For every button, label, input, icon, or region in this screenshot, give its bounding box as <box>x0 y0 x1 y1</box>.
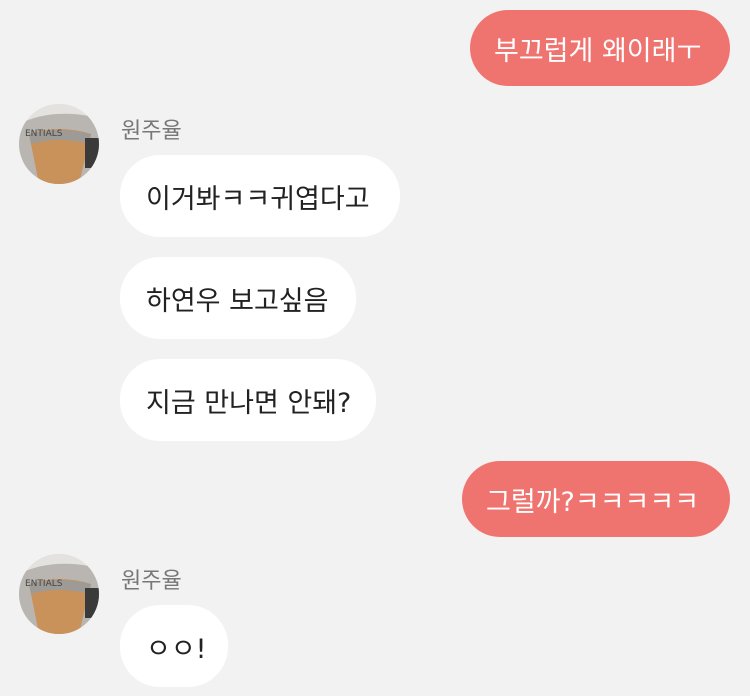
message-text: 그럴까?ㅋㅋㅋㅋㅋ <box>486 486 700 518</box>
avatar[interactable]: ENTIALS <box>19 104 99 184</box>
avatar-shirt-text: ENTIALS <box>25 129 63 139</box>
message-text: 부끄럽게 왜이래ㅜ <box>494 35 702 67</box>
incoming-message-bubble[interactable]: 지금 만나면 안돼? <box>120 359 376 441</box>
message-text: 지금 만나면 안돼? <box>146 387 352 419</box>
incoming-message-bubble[interactable]: ㅇㅇ! <box>120 605 228 687</box>
message-text: ㅇㅇ! <box>146 633 207 665</box>
message-text: 이거봐ㅋㅋ귀엽다고 <box>146 183 370 215</box>
outgoing-message-bubble[interactable]: 그럴까?ㅋㅋㅋㅋㅋ <box>462 461 730 537</box>
incoming-message-bubble[interactable]: 이거봐ㅋㅋ귀엽다고 <box>120 155 400 237</box>
sender-name: 원주율 <box>121 569 182 594</box>
incoming-message-bubble[interactable]: 하연우 보고싶음 <box>120 257 356 339</box>
avatar[interactable]: ENTIALS <box>19 554 99 634</box>
avatar-photo-icon: ENTIALS <box>19 104 99 184</box>
avatar-photo-icon: ENTIALS <box>19 554 99 634</box>
sender-name: 원주율 <box>121 119 182 144</box>
avatar-shirt-text: ENTIALS <box>25 579 63 589</box>
outgoing-message-bubble[interactable]: 부끄럽게 왜이래ㅜ <box>470 10 730 86</box>
message-text: 하연우 보고싶음 <box>146 285 329 317</box>
